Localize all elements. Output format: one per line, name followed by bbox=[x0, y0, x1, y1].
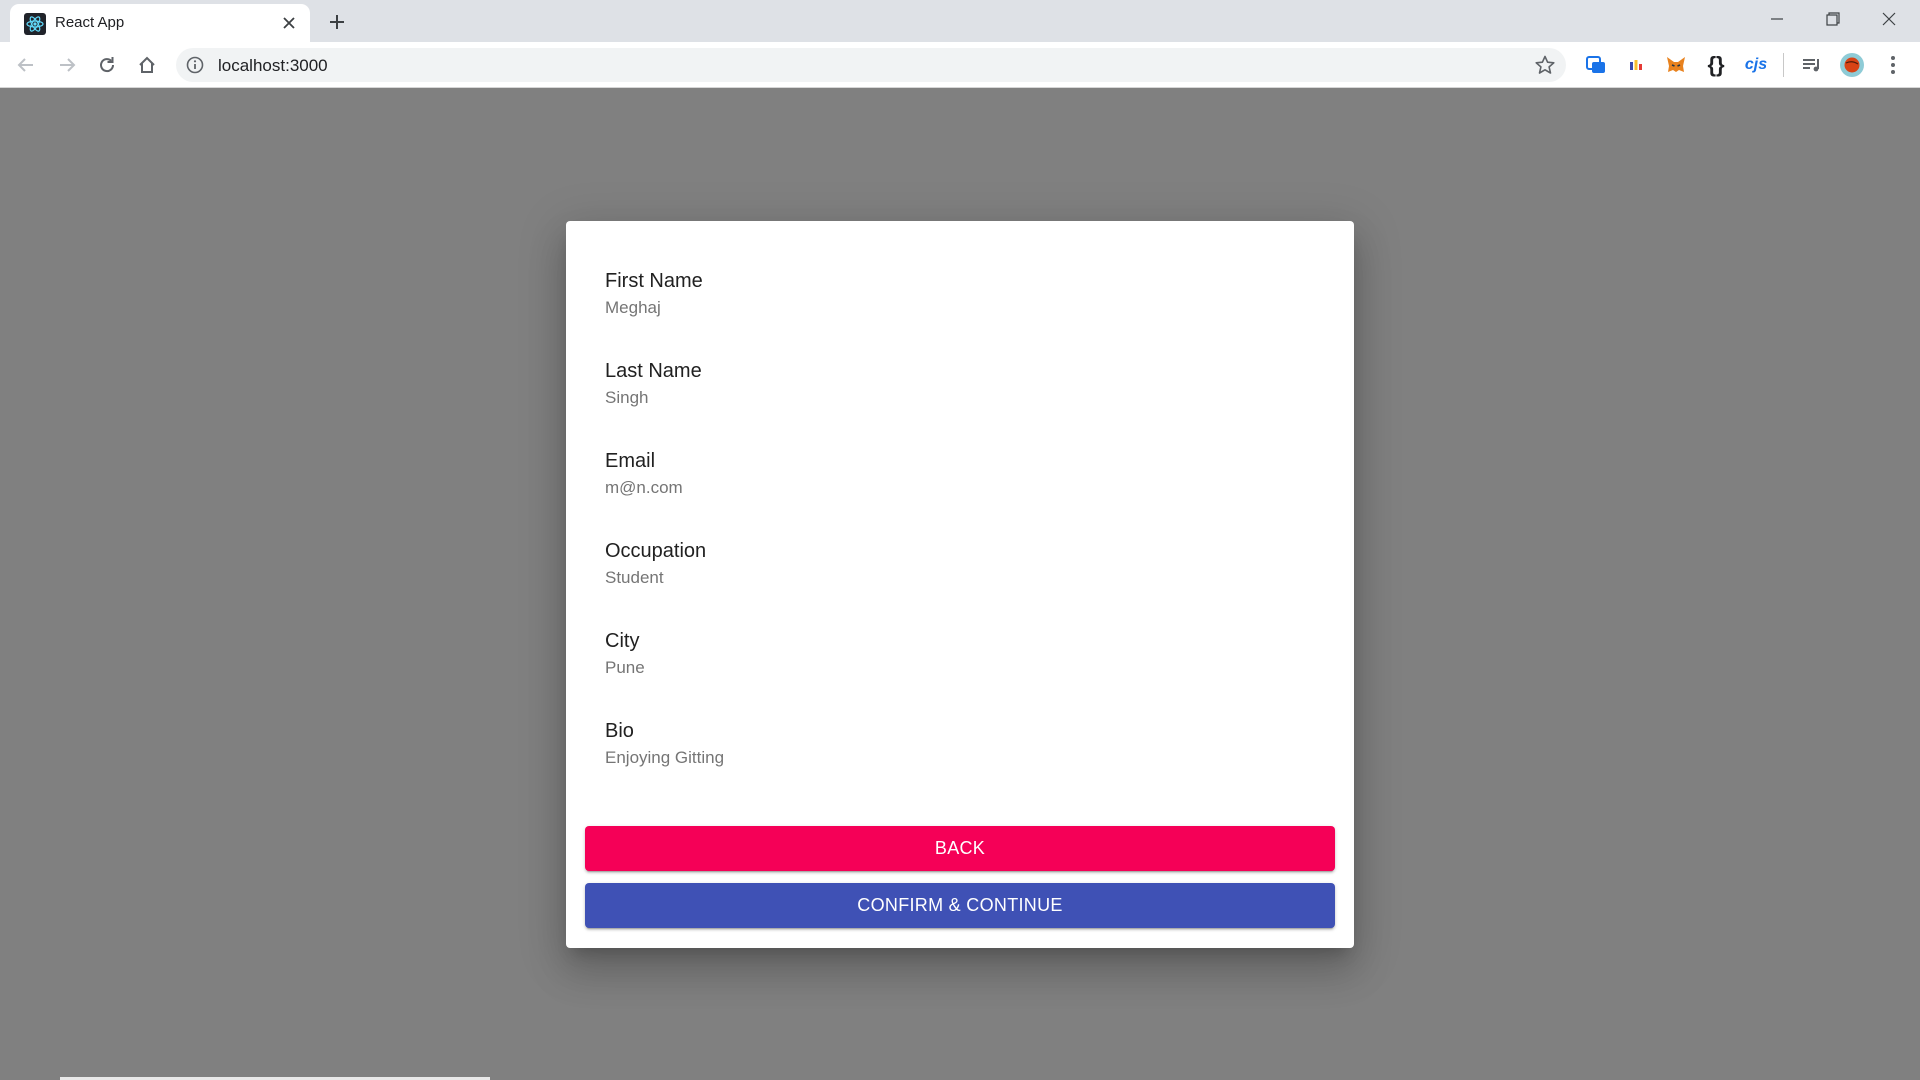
screen-capture-extension-icon[interactable] bbox=[1583, 52, 1609, 78]
forward-arrow-icon[interactable] bbox=[51, 49, 83, 81]
list-item-label: Bio bbox=[605, 720, 634, 742]
url-text: localhost:3000 bbox=[218, 56, 328, 75]
list-item-value: Pune bbox=[605, 658, 645, 677]
minimize-icon[interactable] bbox=[1749, 0, 1805, 38]
list-item-label: Occupation bbox=[605, 540, 707, 562]
avatar[interactable] bbox=[1839, 52, 1865, 78]
list-item-label: First Name bbox=[605, 270, 703, 292]
list-item-value: Enjoying Gitting bbox=[605, 748, 725, 767]
list-item-first-name: First Name Meghaj bbox=[605, 269, 1305, 359]
cjs-extension-icon[interactable]: cjs bbox=[1743, 52, 1769, 78]
metamask-fox-icon[interactable] bbox=[1663, 52, 1689, 78]
list-item-last-name: Last Name Singh bbox=[605, 359, 1305, 449]
list-item-occupation: Occupation Student bbox=[605, 539, 1305, 629]
browser-toolbar: localhost:3000 {} cjs bbox=[0, 42, 1920, 88]
review-list: First Name Meghaj Last Name Singh Email … bbox=[605, 269, 1305, 809]
json-braces-extension-icon[interactable]: {} bbox=[1703, 52, 1729, 78]
close-tab-icon[interactable] bbox=[278, 12, 300, 34]
list-item-value: Student bbox=[605, 568, 664, 587]
confirm-dialog: First Name Meghaj Last Name Singh Email … bbox=[566, 221, 1354, 948]
list-item-value: Meghaj bbox=[605, 298, 661, 317]
back-button[interactable]: BACK bbox=[585, 826, 1335, 871]
browser-tabstrip: React App bbox=[0, 0, 1920, 42]
more-menu-icon[interactable] bbox=[1880, 52, 1906, 78]
list-item-email: Email m@n.com bbox=[605, 449, 1305, 539]
new-tab-icon[interactable] bbox=[324, 9, 350, 35]
media-queue-icon[interactable] bbox=[1799, 52, 1825, 78]
toolbar-divider bbox=[1783, 53, 1784, 77]
list-item-label: Last Name bbox=[605, 360, 702, 382]
list-item-label: City bbox=[605, 630, 640, 652]
bookmark-star-icon[interactable] bbox=[1534, 54, 1556, 76]
list-item-label: Email bbox=[605, 450, 656, 472]
browser-tab[interactable]: React App bbox=[10, 4, 310, 42]
address-bar[interactable]: localhost:3000 bbox=[176, 48, 1566, 82]
info-icon[interactable] bbox=[186, 56, 204, 74]
color-bars-extension-icon[interactable] bbox=[1623, 52, 1649, 78]
tab-title: React App bbox=[55, 14, 125, 31]
restore-icon[interactable] bbox=[1805, 0, 1861, 38]
list-item-value: m@n.com bbox=[605, 478, 683, 497]
reload-icon[interactable] bbox=[91, 49, 123, 81]
list-item-city: City Pune bbox=[605, 629, 1305, 719]
back-arrow-icon[interactable] bbox=[10, 49, 42, 81]
close-window-icon[interactable] bbox=[1861, 0, 1917, 38]
confirm-continue-button[interactable]: CONFIRM & CONTINUE bbox=[585, 883, 1335, 928]
list-item-bio: Bio Enjoying Gitting bbox=[605, 719, 1305, 809]
list-item-value: Singh bbox=[605, 388, 649, 407]
home-icon[interactable] bbox=[131, 49, 163, 81]
react-logo-icon bbox=[24, 13, 46, 35]
